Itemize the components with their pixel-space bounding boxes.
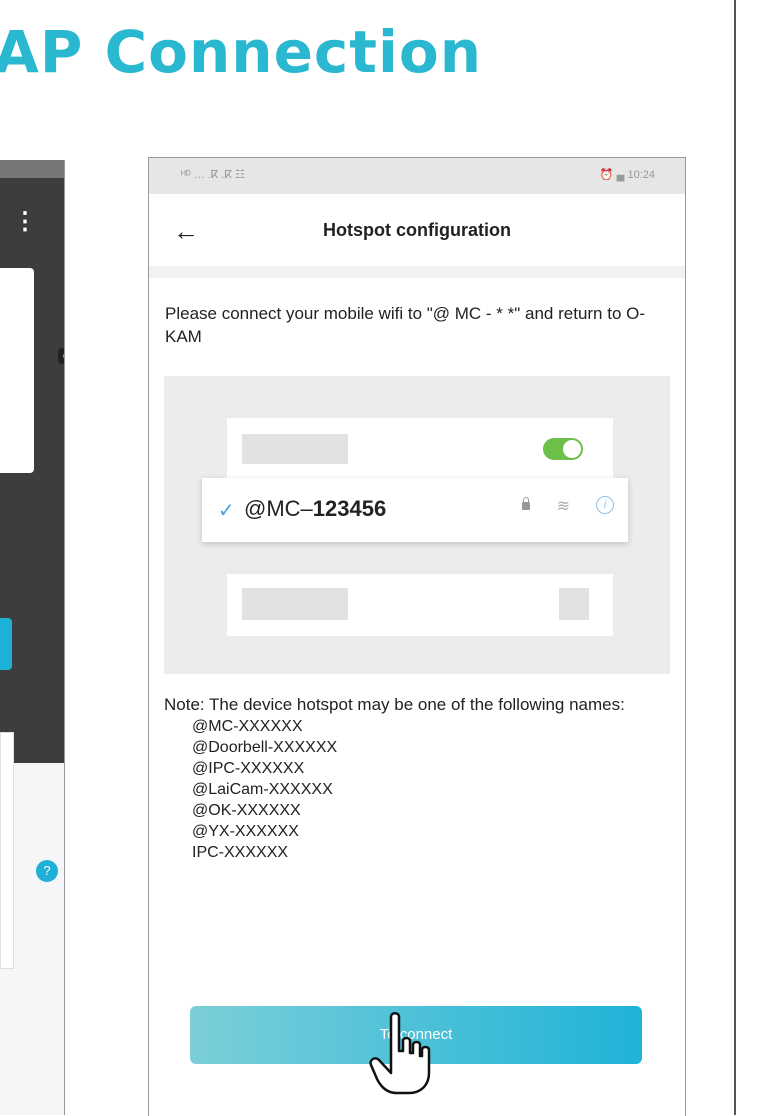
- hotspot-name-list: @MC-XXXXXX @Doorbell-XXXXXX @IPC-XXXXXX …: [164, 716, 664, 863]
- hotspot-name: @LaiCam-XXXXXX: [192, 781, 333, 798]
- more-menu-icon[interactable]: ⋮: [13, 210, 37, 234]
- wifi-signal-icon: ≋: [556, 498, 570, 515]
- placeholder-bar: [242, 588, 348, 620]
- wifi-other-card: [227, 574, 613, 636]
- left-action-button[interactable]: [0, 618, 12, 670]
- app-bar: ← Hotspot configuration: [149, 194, 685, 266]
- help-icon[interactable]: ?: [36, 860, 58, 882]
- screen-title: Hotspot configuration: [323, 220, 511, 240]
- network-ssid: @MC–123456: [244, 496, 387, 521]
- page-title: AP Connection: [0, 18, 483, 86]
- phone-screen: ᴴᴰ … .ⴽ .ⴽ ☷ ⏰ ▄ 10:24 ← Hotspot configu…: [148, 157, 686, 1116]
- left-popup-badge: e: [58, 348, 64, 364]
- left-status-bar: [0, 160, 64, 178]
- hotspot-name: @YX-XXXXXX: [192, 823, 299, 840]
- placeholder-bar: [242, 434, 348, 464]
- selected-network-row: ✓ @MC–123456 ≋ i: [202, 478, 628, 542]
- wifi-illustration: ✓ @MC–123456 ≋ i: [164, 376, 670, 674]
- hotspot-name: @OK-XXXXXX: [192, 802, 301, 819]
- note-section: Note: The device hotspot may be one of t…: [164, 694, 664, 863]
- wifi-toggle-icon: [543, 438, 583, 460]
- hotspot-name: @IPC-XXXXXX: [192, 760, 305, 777]
- page-border: [734, 0, 736, 1115]
- pointer-hand-icon: [369, 1012, 431, 1095]
- left-phone-partial: ⋮ e ?: [0, 160, 65, 1115]
- hotspot-name: @MC-XXXXXX: [192, 718, 303, 735]
- status-bar-signal: ᴴᴰ … .ⴽ .ⴽ ☷: [181, 169, 245, 181]
- divider: [149, 266, 685, 278]
- instruction-text: Please connect your mobile wifi to "@ MC…: [165, 304, 646, 346]
- status-bar: ᴴᴰ … .ⴽ .ⴽ ☷ ⏰ ▄ 10:24: [149, 158, 685, 194]
- note-text: Note: The device hotspot may be one of t…: [164, 695, 625, 714]
- left-popup-menu: [0, 268, 34, 473]
- hotspot-name: @Doorbell-XXXXXX: [192, 739, 338, 756]
- check-icon: ✓: [218, 500, 235, 522]
- left-card: [0, 732, 14, 969]
- status-bar-time: ⏰ ▄ 10:24: [599, 169, 655, 181]
- wifi-header-card: [227, 418, 613, 486]
- lock-icon: [522, 497, 530, 510]
- hotspot-name: IPC-XXXXXX: [192, 844, 289, 861]
- info-icon: i: [596, 496, 614, 514]
- placeholder-square: [559, 588, 589, 620]
